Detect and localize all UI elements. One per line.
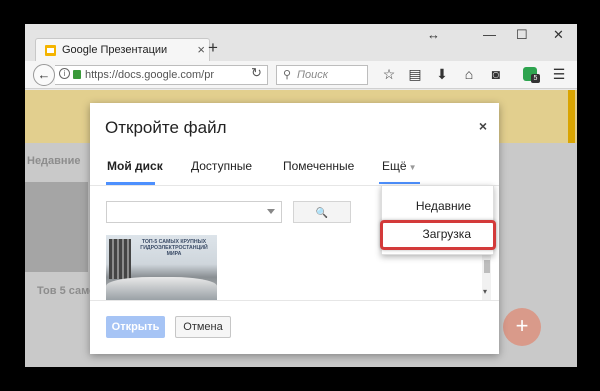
- lock-icon: [73, 70, 81, 79]
- file-type-select[interactable]: [106, 201, 282, 223]
- navigation-bar: i https://docs.google.com/pr ← ↻ ⚲ Поиск…: [25, 61, 577, 89]
- tab-title: Google Презентации: [62, 44, 168, 56]
- url-text[interactable]: https://docs.google.com/pr: [85, 69, 235, 81]
- bookmark-star-icon[interactable]: ☆: [381, 66, 397, 83]
- upload-highlight-frame: [380, 220, 496, 250]
- menu-hamburger-icon[interactable]: ☰: [551, 66, 567, 83]
- menu-item-recent[interactable]: Недавние: [382, 194, 495, 218]
- scrollbar-thumb[interactable]: [484, 260, 490, 273]
- dialog-tabs: Мой диск Доступные Помеченные Ещё ▼: [90, 156, 499, 186]
- tab-more[interactable]: Ещё ▼: [382, 159, 416, 173]
- pocket-icon[interactable]: ◙: [488, 66, 504, 82]
- address-bar[interactable]: i https://docs.google.com/pr: [55, 65, 268, 85]
- new-tab-button[interactable]: +: [208, 38, 218, 58]
- search-button[interactable]: 🔍: [293, 201, 351, 223]
- reload-icon[interactable]: ↻: [251, 65, 262, 81]
- search-input[interactable]: ⚲ Поиск: [276, 65, 368, 85]
- bg-recent-label: Недавние: [27, 155, 81, 167]
- open-button[interactable]: Открыть: [106, 316, 165, 338]
- dialog-title: Откройте файл: [105, 118, 227, 137]
- dialog-close-icon[interactable]: ×: [479, 118, 487, 134]
- back-button[interactable]: ←: [33, 64, 55, 86]
- dropdown-arrow-icon: [267, 209, 275, 214]
- cancel-button[interactable]: Отмена: [175, 316, 231, 338]
- maximize-icon[interactable]: ☐: [516, 27, 528, 43]
- more-tab-indicator: [379, 182, 420, 184]
- active-tab-indicator: [106, 182, 155, 185]
- tab-starred[interactable]: Помеченные: [283, 159, 354, 173]
- search-placeholder: Поиск: [297, 69, 328, 81]
- extension-count-badge: 5: [531, 74, 540, 83]
- bg-file-name: Тов 5 само: [37, 285, 96, 297]
- minimize-icon[interactable]: —: [483, 27, 496, 42]
- dialog-footer: Открыть Отмена: [90, 300, 499, 354]
- tab-my-drive[interactable]: Мой диск: [107, 159, 163, 173]
- home-icon[interactable]: ⌂: [461, 66, 477, 82]
- tab-strip: Google Презентации × + ↔ — ☐ ✕: [25, 24, 577, 61]
- close-window-icon[interactable]: ✕: [553, 27, 564, 43]
- scroll-down-icon[interactable]: ▾: [483, 287, 487, 296]
- tab-close-icon[interactable]: ×: [197, 42, 205, 57]
- chevron-down-icon: ▼: [408, 163, 417, 172]
- browser-tab[interactable]: Google Презентации ×: [35, 38, 210, 61]
- tab-shared[interactable]: Доступные: [191, 159, 252, 173]
- restore-arrows-icon[interactable]: ↔: [427, 27, 440, 42]
- slides-favicon-icon: [45, 45, 56, 56]
- dam-image: [109, 239, 131, 279]
- download-icon[interactable]: ⬇: [434, 66, 450, 83]
- thumbnail-caption: ТОП-5 САМЫХ КРУПНЫХ ГИДРОЭЛЕКТРОСТАНЦИЙ …: [140, 239, 208, 257]
- create-fab-button[interactable]: +: [503, 308, 541, 346]
- file-thumbnail[interactable]: ТОП-5 САМЫХ КРУПНЫХ ГИДРОЭЛЕКТРОСТАНЦИЙ …: [106, 235, 217, 300]
- info-icon[interactable]: i: [59, 68, 70, 79]
- tab-more-label: Ещё: [382, 159, 407, 173]
- bg-file-thumbnail: [25, 182, 88, 272]
- page-scrollbar[interactable]: [568, 90, 575, 143]
- reading-list-icon[interactable]: ▤: [407, 66, 423, 83]
- search-icon: ⚲: [283, 69, 292, 81]
- water-image: [106, 277, 217, 300]
- magnifier-icon: 🔍: [315, 208, 329, 219]
